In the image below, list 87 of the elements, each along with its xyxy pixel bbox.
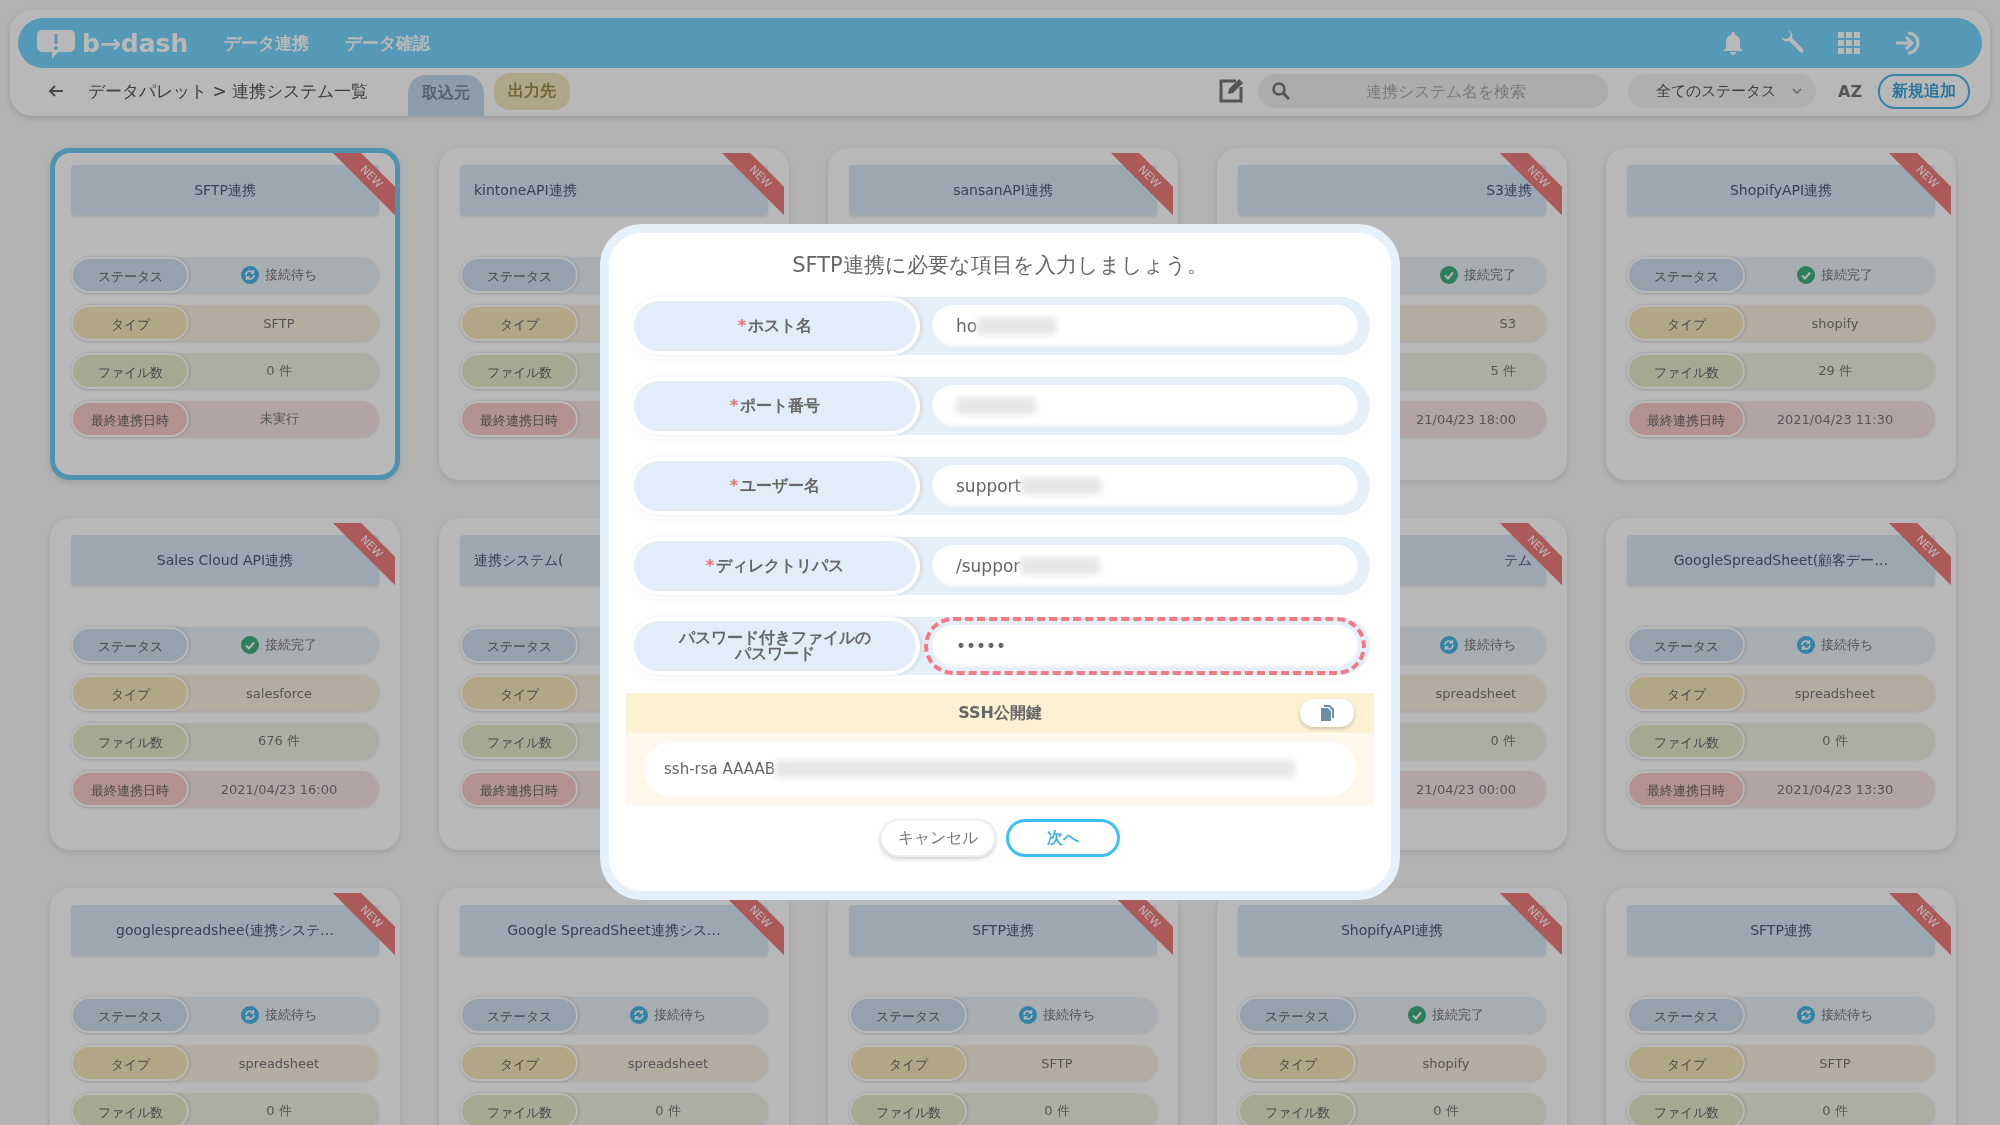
- field-label: ファイル数: [1238, 1093, 1356, 1125]
- field-value: 接続待ち: [1043, 1006, 1095, 1024]
- field-value: SFTP: [1819, 1055, 1851, 1071]
- field-label: *ホスト名: [630, 297, 920, 355]
- field-value: 0 件: [1822, 1102, 1848, 1120]
- field-value: 2021/04/23 16:00: [220, 781, 338, 797]
- field-value: 接続待ち: [1821, 636, 1873, 654]
- field-label: *ポート番号: [630, 377, 920, 435]
- field-value: 2021/04/23 11:30: [1776, 411, 1894, 427]
- field-label: タイプ: [849, 1045, 967, 1081]
- field-value: SFTP: [1041, 1055, 1073, 1071]
- field-value: S3: [1499, 315, 1516, 331]
- field-label: パスワード付きファイルのパスワード: [630, 617, 920, 675]
- field-label: ステータス: [460, 627, 578, 663]
- field-value: spreadsheet: [238, 1055, 320, 1071]
- field-value: SFTP: [263, 315, 295, 331]
- field-label: タイプ: [1627, 675, 1745, 711]
- field-label: ファイル数: [71, 353, 189, 389]
- field-label: ファイル数: [71, 1093, 189, 1125]
- field-label: ファイル数: [1627, 723, 1745, 759]
- field-value: 0 件: [266, 362, 292, 380]
- field-value: 0 件: [655, 1102, 681, 1120]
- field-label: ステータス: [1627, 257, 1745, 293]
- field-label: ステータス: [1238, 997, 1356, 1033]
- field-value: 0 件: [1433, 1102, 1459, 1120]
- field-value: 接続待ち: [1821, 1006, 1873, 1024]
- field-value: 0 件: [1490, 732, 1516, 750]
- field-value: shopify: [1811, 315, 1859, 331]
- dialog-title: SFTP連携に必要な項目を入力しましょう。: [791, 252, 1209, 279]
- field-label: ステータス: [71, 627, 189, 663]
- field-value: 接続待ち: [265, 266, 317, 284]
- field-label: タイプ: [1627, 1045, 1745, 1081]
- field-label: ステータス: [71, 257, 189, 293]
- field-label: ファイル数: [849, 1093, 967, 1125]
- field-value: salesforce: [246, 685, 312, 701]
- field-label: *ユーザー名: [630, 457, 920, 515]
- field-value: 接続完了: [1464, 266, 1516, 284]
- field-label: *ディレクトリパス: [630, 537, 920, 595]
- field-value: 接続完了: [1821, 266, 1873, 284]
- field-value: 21/04/23 00:00: [1416, 781, 1516, 797]
- breadcrumb: データパレット > 連携システム一覧: [88, 79, 369, 103]
- field-value: spreadsheet: [627, 1055, 709, 1071]
- field-label: ステータス: [1627, 997, 1745, 1033]
- field-label: ステータス: [1627, 627, 1745, 663]
- field-value: 0 件: [266, 1102, 292, 1120]
- field-value: 2021/04/23 13:30: [1776, 781, 1894, 797]
- logo-text: b→dash: [82, 28, 189, 58]
- field-label: タイプ: [460, 1045, 578, 1081]
- field-label: 最終連携日時: [460, 771, 578, 807]
- field-value: spreadsheet: [1435, 685, 1516, 701]
- field-label: 最終連携日時: [460, 401, 578, 437]
- field-label: 最終連携日時: [1627, 771, 1745, 807]
- field-label: ファイル数: [1627, 353, 1745, 389]
- field-label: ファイル数: [460, 723, 578, 759]
- field-label: ファイル数: [1627, 1093, 1745, 1125]
- field-value: 0 件: [1822, 732, 1848, 750]
- field-label: 最終連携日時: [71, 401, 189, 437]
- field-label: タイプ: [71, 305, 189, 341]
- section-title: SSH公開鍵: [958, 702, 1042, 724]
- field-label: ステータス: [849, 997, 967, 1033]
- field-label: ファイル数: [71, 723, 189, 759]
- field-label: ステータス: [460, 997, 578, 1033]
- field-value: 29 件: [1818, 362, 1852, 380]
- field-value: 0 件: [1044, 1102, 1070, 1120]
- field-value: 676 件: [258, 732, 300, 750]
- field-label: ファイル数: [460, 1093, 578, 1125]
- field-value: 接続完了: [265, 636, 317, 654]
- field-label: 最終連携日時: [71, 771, 189, 807]
- field-value: 接続待ち: [1464, 636, 1516, 654]
- field-value: 接続待ち: [654, 1006, 706, 1024]
- field-label: タイプ: [460, 675, 578, 711]
- field-label: タイプ: [1238, 1045, 1356, 1081]
- field-label: タイプ: [1627, 305, 1745, 341]
- field-label: ステータス: [460, 257, 578, 293]
- field-label: タイプ: [71, 1045, 189, 1081]
- field-value: 5 件: [1490, 362, 1516, 380]
- field-value: 21/04/23 18:00: [1416, 411, 1516, 427]
- field-value: shopify: [1422, 1055, 1470, 1071]
- field-value: 未実行: [259, 410, 299, 428]
- field-label: ファイル数: [460, 353, 578, 389]
- field-value: 接続完了: [1432, 1006, 1484, 1024]
- field-value: spreadsheet: [1794, 685, 1876, 701]
- field-value: 接続待ち: [265, 1006, 317, 1024]
- field-label: 最終連携日時: [1627, 401, 1745, 437]
- field-label: タイプ: [71, 675, 189, 711]
- field-label: ステータス: [71, 997, 189, 1033]
- field-label: タイプ: [460, 305, 578, 341]
